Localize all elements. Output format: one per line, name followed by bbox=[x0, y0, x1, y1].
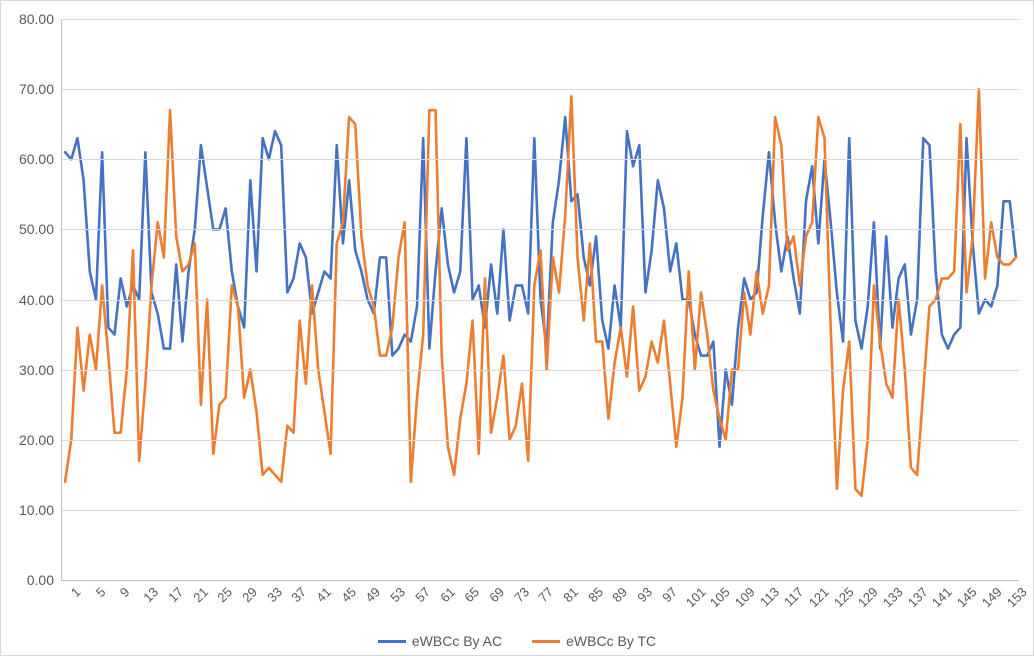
gridline bbox=[62, 510, 1019, 511]
x-tick-label: 77 bbox=[531, 580, 556, 605]
x-tick-label: 73 bbox=[507, 580, 532, 605]
gridline bbox=[62, 89, 1019, 90]
x-tick-label: 5 bbox=[88, 580, 108, 600]
x-tick-label: 65 bbox=[457, 580, 482, 605]
legend-label-tc: eWBCc By TC bbox=[566, 633, 656, 649]
x-tick-label: 89 bbox=[605, 580, 630, 605]
x-tick-label: 85 bbox=[581, 580, 606, 605]
x-tick-label: 93 bbox=[630, 580, 655, 605]
gridline bbox=[62, 229, 1019, 230]
legend-label-ac: eWBCc By AC bbox=[412, 633, 502, 649]
x-tick-label: 97 bbox=[655, 580, 680, 605]
y-tick-label: 50.00 bbox=[19, 221, 62, 237]
plot-area: 0.0010.0020.0030.0040.0050.0060.0070.008… bbox=[61, 19, 1019, 581]
y-tick-label: 60.00 bbox=[19, 151, 62, 167]
x-tick-label: 153 bbox=[999, 580, 1029, 610]
x-tick-label: 53 bbox=[383, 580, 408, 605]
x-tick-label: 69 bbox=[482, 580, 507, 605]
gridline bbox=[62, 300, 1019, 301]
legend: eWBCc By AC eWBCc By TC bbox=[1, 633, 1033, 649]
legend-swatch-tc bbox=[532, 640, 560, 643]
y-tick-label: 70.00 bbox=[19, 81, 62, 97]
x-tick-label: 1 bbox=[64, 580, 84, 600]
x-tick-label: 49 bbox=[358, 580, 383, 605]
y-tick-label: 0.00 bbox=[27, 572, 62, 588]
gridline bbox=[62, 370, 1019, 371]
gridline bbox=[62, 19, 1019, 20]
legend-item-tc: eWBCc By TC bbox=[532, 633, 656, 649]
x-tick-label: 9 bbox=[113, 580, 133, 600]
x-tick-label: 13 bbox=[136, 580, 161, 605]
legend-item-ac: eWBCc By AC bbox=[378, 633, 502, 649]
y-tick-label: 10.00 bbox=[19, 502, 62, 518]
x-tick-label: 17 bbox=[161, 580, 186, 605]
y-tick-label: 20.00 bbox=[19, 432, 62, 448]
x-tick-label: 61 bbox=[433, 580, 458, 605]
x-tick-label: 37 bbox=[284, 580, 309, 605]
x-tick-label: 57 bbox=[408, 580, 433, 605]
x-tick-label: 25 bbox=[210, 580, 235, 605]
legend-swatch-ac bbox=[378, 640, 406, 643]
y-tick-label: 80.00 bbox=[19, 11, 62, 27]
gridline bbox=[62, 440, 1019, 441]
gridline bbox=[62, 159, 1019, 160]
x-tick-label: 41 bbox=[309, 580, 334, 605]
y-tick-label: 40.00 bbox=[19, 292, 62, 308]
x-tick-label: 81 bbox=[556, 580, 581, 605]
x-tick-label: 21 bbox=[186, 580, 211, 605]
chart-container: 0.00 10.00 20.00 30.00 40.00 50.00 60.00 70.00 8… bbox=[0, 0, 1034, 656]
x-tick-label: 45 bbox=[334, 580, 359, 605]
y-tick-label: 30.00 bbox=[19, 362, 62, 378]
series-line-ac bbox=[65, 117, 1016, 447]
x-tick-label: 33 bbox=[260, 580, 285, 605]
x-tick-label: 29 bbox=[235, 580, 260, 605]
